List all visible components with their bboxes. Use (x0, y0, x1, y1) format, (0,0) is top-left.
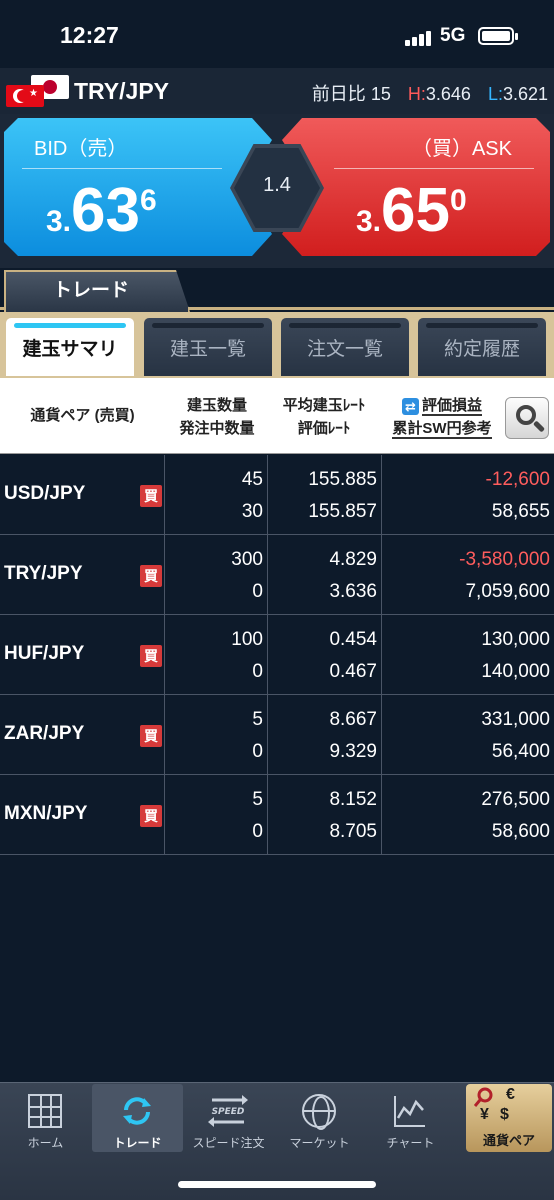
buy-badge: 買 (140, 645, 162, 667)
row-swap: 140,000 (481, 661, 550, 682)
nav-trade[interactable]: トレード (92, 1084, 183, 1152)
row-avg-rate: 0.454 (329, 629, 377, 650)
row-avg-rate: 8.667 (329, 709, 377, 730)
turkey-flag-icon: ★ (6, 85, 44, 107)
header-rate: 平均建玉ﾚｰﾄ 評価ﾚｰﾄ (282, 397, 366, 437)
tab-trade[interactable]: トレード (4, 270, 190, 312)
battery-icon (478, 27, 518, 45)
row-eval-rate: 0.467 (329, 661, 377, 682)
row-swap: 56,400 (491, 741, 550, 762)
row-eval-rate: 3.636 (329, 581, 377, 602)
ask-price: 3.650 (356, 176, 467, 245)
row-pair: TRY/JPY (4, 563, 83, 584)
low-label: L: (487, 84, 503, 104)
bid-price: 3.636 (46, 176, 157, 245)
globe-icon (302, 1094, 336, 1130)
row-pair: MXN/JPY (4, 803, 88, 824)
buy-badge: 買 (140, 485, 162, 507)
search-icon (516, 405, 536, 425)
tab-order-list[interactable]: 注文一覧 (281, 318, 409, 376)
position-table: USD/JPY 買 45 30 155.885 155.857 -12,600 58,6… (0, 455, 554, 855)
signal-icon (405, 28, 433, 46)
header-pair: 通貨ペア (売買) (30, 407, 135, 424)
row-pl: -3,580,000 (459, 549, 550, 570)
buy-badge: 買 (140, 805, 162, 827)
row-pair: ZAR/JPY (4, 723, 85, 744)
tab-execution-history[interactable]: 約定履歴 (418, 318, 546, 376)
table-row[interactable]: USD/JPY 買 45 30 155.885 155.857 -12,600 58,6… (0, 455, 554, 535)
swap-icon[interactable]: ⇄ (401, 397, 419, 415)
row-pair: HUF/JPY (4, 643, 85, 664)
status-time: 12:27 (60, 22, 119, 48)
row-swap: 58,600 (491, 821, 550, 842)
ask-label: （買）ASK (411, 138, 512, 160)
ask-divider (334, 168, 534, 169)
row-pl: 130,000 (481, 629, 550, 650)
row-eval-rate: 8.705 (329, 821, 377, 842)
header-quantity: 建玉数量 発注中数量 (179, 397, 255, 437)
magnifier-icon (474, 1087, 493, 1107)
row-pending: 30 (241, 501, 263, 522)
row-pending: 0 (252, 661, 263, 682)
chart-icon (394, 1096, 425, 1127)
search-button[interactable] (505, 397, 549, 439)
spread-value: 1.4 (263, 174, 291, 196)
refresh-cycle-icon (123, 1097, 151, 1125)
buy-badge: 買 (140, 565, 162, 587)
row-pl: -12,600 (485, 469, 550, 490)
speed-arrows-icon: SPEED (208, 1095, 248, 1127)
row-qty: 100 (231, 629, 263, 650)
row-swap: 58,655 (491, 501, 550, 522)
row-avg-rate: 155.885 (308, 469, 377, 490)
change-value: 15 (370, 84, 391, 104)
table-row[interactable]: MXN/JPY 買 5 0 8.152 8.705 276,500 58,600 (0, 775, 554, 855)
buy-badge: 買 (140, 725, 162, 747)
home-indicator (178, 1181, 376, 1188)
row-pending: 0 (252, 741, 263, 762)
nav-market[interactable]: マーケット (274, 1084, 365, 1152)
grid-icon (28, 1094, 62, 1128)
row-qty: 5 (252, 789, 263, 810)
row-swap: 7,059,600 (465, 581, 550, 602)
row-avg-rate: 8.152 (329, 789, 377, 810)
low-value: 3.621 (502, 84, 548, 104)
row-eval-rate: 9.329 (329, 741, 377, 762)
row-qty: 300 (231, 549, 263, 570)
nav-chart[interactable]: チャート (365, 1084, 456, 1152)
tab-position-summary[interactable]: 建玉サマリ (6, 318, 134, 376)
dollar-icon: $ (500, 1106, 509, 1123)
table-row[interactable]: ZAR/JPY 買 5 0 8.667 9.329 331,000 56,400 (0, 695, 554, 775)
row-pl: 331,000 (481, 709, 550, 730)
row-pair: USD/JPY (4, 483, 86, 504)
high-value: 3.646 (425, 84, 471, 104)
pair-title[interactable]: TRY/JPY (74, 78, 169, 105)
tab-position-list[interactable]: 建玉一覧 (144, 318, 272, 376)
nav-speed-order[interactable]: SPEED スピード注文 (183, 1084, 274, 1152)
svg-text:SPEED: SPEED (212, 1107, 245, 1117)
table-row[interactable]: HUF/JPY 買 100 0 0.454 0.467 130,000 140,000 (0, 615, 554, 695)
currency-pair-button[interactable]: € ¥ $ 通貨ペア (466, 1084, 552, 1152)
row-avg-rate: 4.829 (329, 549, 377, 570)
row-qty: 45 (241, 469, 263, 490)
status-bar: 12:27 5G (0, 0, 554, 68)
bid-divider (22, 168, 222, 169)
change-label: 前日比 (311, 84, 366, 104)
network-type: 5G (440, 25, 466, 46)
bid-label: BID（売） (34, 138, 128, 160)
euro-icon: € (506, 1086, 515, 1103)
header-profit-loss[interactable]: ⇄ 評価損益 累計SW円参考 (380, 394, 504, 440)
yen-icon: ¥ (480, 1106, 489, 1123)
row-qty: 5 (252, 709, 263, 730)
row-pl: 276,500 (481, 789, 550, 810)
row-pending: 0 (252, 581, 263, 602)
row-pending: 0 (252, 821, 263, 842)
high-label: H: (407, 84, 426, 104)
row-eval-rate: 155.857 (308, 501, 377, 522)
table-row[interactable]: TRY/JPY 買 300 0 4.829 3.636 -3,580,000 7,059… (0, 535, 554, 615)
pair-stats: 前日比 15 H:3.646 L:3.621 (312, 80, 548, 106)
nav-home[interactable]: ホーム (0, 1084, 91, 1152)
